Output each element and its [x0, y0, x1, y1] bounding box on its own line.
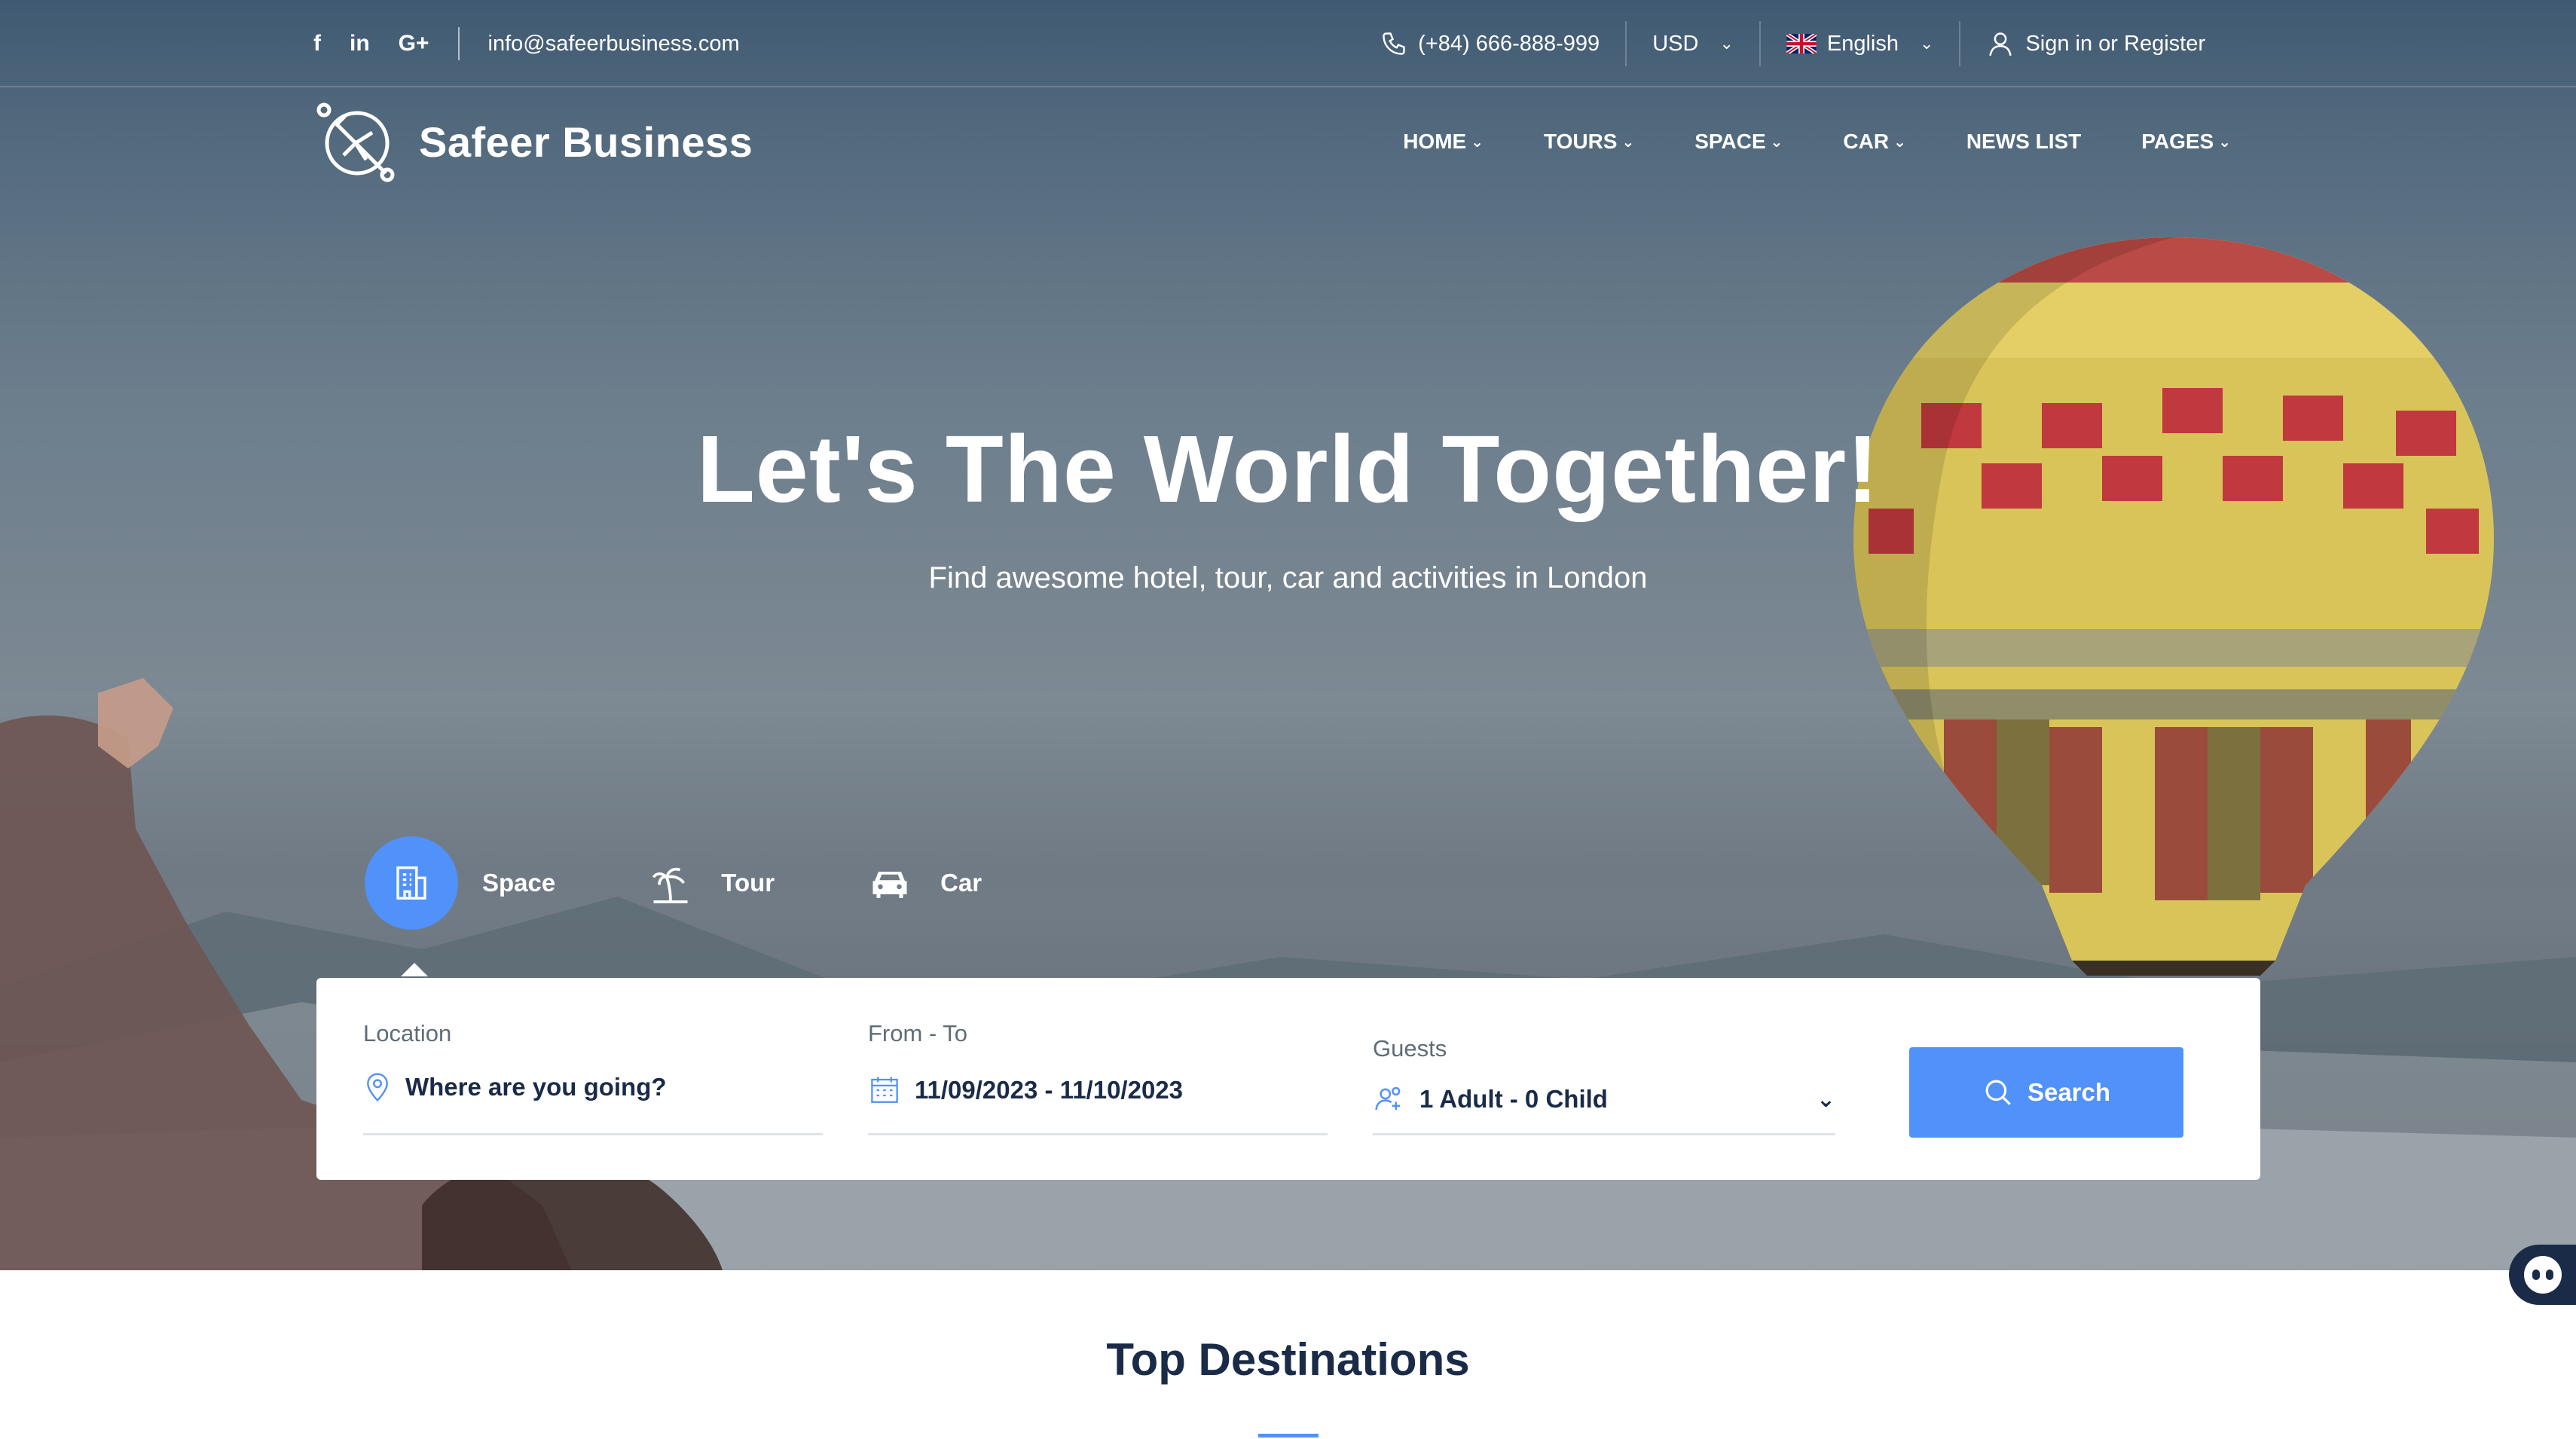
search-icon [1985, 1080, 2011, 1105]
field-underline [868, 1133, 1328, 1135]
language-label: English [1826, 31, 1899, 56]
google-plus-icon[interactable]: G+ [399, 31, 429, 57]
search-button[interactable]: Search [1909, 1047, 2183, 1138]
guests-field[interactable]: Guests 1 Adult - 0 Child ⌄ [1373, 978, 1835, 1180]
date-range-value: 11/09/2023 - 11/10/2023 [915, 1076, 1184, 1104]
search-form: Location Where are you going? From - To … [316, 978, 2260, 1180]
chevron-down-icon: ⌄ [1621, 133, 1635, 151]
facebook-icon[interactable]: f [313, 31, 321, 57]
search-tabs: Space Tour Car [365, 836, 982, 976]
date-range-input[interactable]: 11/09/2023 - 11/10/2023 [868, 1074, 1183, 1106]
hot-air-balloon-image [1853, 237, 2494, 976]
nav-item-home[interactable]: HOME ⌄ [1403, 130, 1484, 154]
palm-tree-icon [644, 836, 697, 930]
brand-logo-link[interactable]: Safeer Business [313, 99, 753, 184]
nav-label: NEWS LIST [1966, 130, 2082, 153]
search-button-label: Search [2027, 1078, 2111, 1106]
brand-name: Safeer Business [419, 118, 753, 166]
nav-label: SPACE [1694, 130, 1766, 153]
chevron-down-icon: ⌄ [1816, 1086, 1835, 1112]
nav-item-pages[interactable]: PAGES ⌄ [2141, 130, 2231, 154]
chat-eye [2532, 1269, 2540, 1280]
sign-in-label: Sign in or Register [2025, 31, 2205, 56]
section-title-underline [1258, 1434, 1319, 1437]
user-icon [1989, 32, 2012, 57]
location-field[interactable]: Location Where are you going? [363, 978, 823, 1180]
language-dropdown[interactable]: English ⌄ [1759, 21, 1960, 66]
tab-tour[interactable]: Tour [644, 836, 775, 930]
calendar-icon [871, 1077, 898, 1103]
map-pin-icon [367, 1073, 388, 1102]
chevron-down-icon: ⌄ [1471, 133, 1484, 151]
chat-widget-button[interactable] [2509, 1245, 2576, 1305]
car-icon [863, 836, 916, 930]
location-label: Location [363, 1020, 452, 1046]
nav-item-car[interactable]: CAR ⌄ [1843, 130, 1905, 154]
building-icon [365, 836, 458, 930]
nav-label: PAGES [2141, 130, 2214, 153]
field-underline [363, 1133, 823, 1135]
contact-email-link[interactable]: info@safeerbusiness.com [488, 32, 740, 57]
nav-label: CAR [1843, 130, 1890, 153]
location-placeholder: Where are you going? [405, 1073, 667, 1101]
phone-icon [1383, 32, 1405, 55]
guests-select[interactable]: 1 Adult - 0 Child ⌄ [1373, 1083, 1835, 1115]
chevron-down-icon: ⌄ [1719, 34, 1734, 53]
tab-label: Tour [721, 869, 775, 897]
chevron-down-icon: ⌄ [1893, 133, 1906, 151]
hero-title: Let's The World Together! [696, 416, 1880, 522]
tab-label: Space [482, 869, 556, 897]
users-icon [1375, 1086, 1401, 1111]
chevron-down-icon: ⌄ [1920, 34, 1934, 53]
location-input[interactable]: Where are you going? [363, 1071, 667, 1103]
field-underline [1373, 1133, 1835, 1135]
guests-value: 1 Adult - 0 Child [1419, 1085, 1608, 1113]
chat-bot-icon [2524, 1256, 2562, 1294]
tab-space[interactable]: Space [365, 836, 556, 976]
plane-logo-icon [316, 102, 395, 182]
currency-label: USD [1652, 31, 1699, 56]
chevron-down-icon: ⌄ [2218, 133, 2231, 151]
tab-label: Car [940, 869, 982, 897]
top-bar: f in G+ info@safeerbusiness.com (+84) 66… [0, 0, 2576, 87]
section-title: Top Destinations [1106, 1334, 1470, 1385]
phone-contact[interactable]: (+84) 666-888-999 [1355, 21, 1625, 66]
divider [457, 27, 460, 60]
nav-menu: HOME ⌄ TOURS ⌄ SPACE ⌄ CAR ⌄ NEWS LIST PAGES… [1403, 89, 2231, 194]
hero-subtitle: Find awesome hotel, tour, car and activi… [928, 561, 1648, 594]
nav-item-news-list[interactable]: NEWS LIST [1966, 130, 2081, 154]
nav-item-space[interactable]: SPACE ⌄ [1694, 130, 1783, 154]
currency-dropdown[interactable]: USD ⌄ [1625, 21, 1759, 66]
nav-item-tours[interactable]: TOURS ⌄ [1544, 130, 1634, 154]
date-range-field[interactable]: From - To 11/09/2023 - 11/10/2023 [868, 978, 1328, 1180]
nav-label: HOME [1403, 130, 1467, 153]
nav-label: TOURS [1543, 130, 1618, 153]
main-navigation: Safeer Business HOME ⌄ TOURS ⌄ SPACE ⌄ CAR ⌄… [0, 89, 2576, 194]
guests-label: Guests [1373, 1035, 1447, 1062]
uk-flag-icon [1786, 34, 1817, 53]
sign-in-link[interactable]: Sign in or Register [1959, 21, 2231, 66]
chat-eye [2546, 1269, 2553, 1280]
phone-number: (+84) 666-888-999 [1418, 31, 1600, 56]
tab-car[interactable]: Car [863, 836, 982, 930]
linkedin-icon[interactable]: in [350, 31, 370, 57]
date-range-label: From - To [868, 1020, 968, 1046]
chevron-down-icon: ⌄ [1770, 133, 1783, 151]
